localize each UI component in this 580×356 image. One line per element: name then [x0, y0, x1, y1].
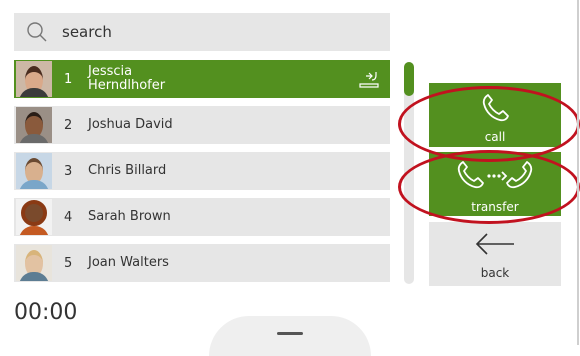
- drawer-handle[interactable]: [209, 316, 371, 356]
- contact-index: 5: [64, 255, 73, 271]
- avatar: [16, 245, 52, 281]
- search-bar[interactable]: search: [14, 13, 390, 51]
- handle-grip: [277, 332, 303, 335]
- contact-first-name: Jesscia: [88, 64, 133, 79]
- transfer-label: transfer: [471, 200, 519, 214]
- contact-index: 1: [64, 71, 73, 87]
- phone-icon: [482, 94, 509, 122]
- contact-index: 3: [64, 163, 73, 179]
- search-input[interactable]: search: [62, 23, 112, 41]
- transfer-icon: [457, 161, 533, 189]
- contact-name: Sarah Brown: [88, 209, 171, 224]
- call-label: call: [484, 130, 506, 144]
- contact-index: 2: [64, 117, 73, 133]
- list-item[interactable]: 3 Chris Billard: [14, 152, 390, 190]
- contact-name: Chris Billard: [88, 163, 167, 178]
- call-timer: 00:00: [14, 300, 78, 325]
- back-button[interactable]: back: [429, 222, 561, 286]
- scrollbar[interactable]: [404, 62, 414, 284]
- contact-index: 4: [64, 209, 73, 225]
- back-label: back: [480, 266, 510, 280]
- list-item[interactable]: 1 Jesscia Herndlhofer: [14, 60, 390, 98]
- list-item[interactable]: 2 Joshua David: [14, 106, 390, 144]
- contact-name: Joshua David: [88, 117, 173, 132]
- list-item[interactable]: 4 Sarah Brown: [14, 198, 390, 236]
- contact-name: Jesscia Herndlhofer: [88, 65, 165, 93]
- scrollbar-thumb[interactable]: [404, 62, 414, 96]
- avatar: [16, 107, 52, 143]
- transfer-button[interactable]: transfer: [429, 152, 561, 216]
- screen-edge: [577, 0, 579, 345]
- transfer-icon[interactable]: [358, 70, 380, 88]
- list-item[interactable]: 5 Joan Walters: [14, 244, 390, 282]
- avatar: [16, 199, 52, 235]
- call-button[interactable]: call: [429, 83, 561, 147]
- contact-last-name: Herndlhofer: [88, 78, 166, 93]
- avatar: [16, 153, 52, 189]
- avatar: [16, 61, 52, 97]
- back-arrow-icon: [475, 233, 514, 255]
- contact-name: Joan Walters: [88, 255, 169, 270]
- search-icon: [27, 22, 47, 42]
